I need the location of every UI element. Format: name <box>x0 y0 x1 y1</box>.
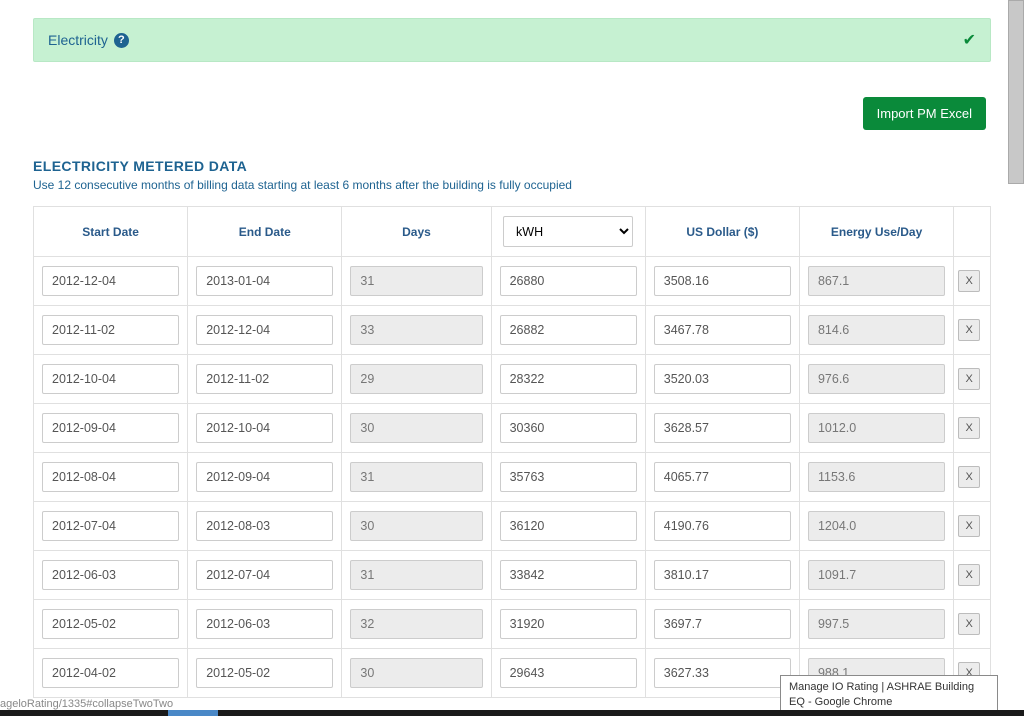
energy-day-input <box>808 560 945 590</box>
start-date-input[interactable] <box>42 511 179 541</box>
kwh-input[interactable] <box>500 658 637 688</box>
start-date-input[interactable] <box>42 462 179 492</box>
energy-day-input <box>808 413 945 443</box>
end-date-input[interactable] <box>196 364 333 394</box>
panel-title-text: Electricity <box>48 32 108 48</box>
days-input <box>350 560 482 590</box>
delete-row-button[interactable]: X <box>958 368 980 390</box>
delete-row-button[interactable]: X <box>958 417 980 439</box>
energy-unit-select[interactable]: kWH <box>503 216 633 247</box>
delete-row-button[interactable]: X <box>958 515 980 537</box>
days-input <box>350 609 482 639</box>
end-date-input[interactable] <box>196 315 333 345</box>
start-date-input[interactable] <box>42 315 179 345</box>
panel-header[interactable]: Electricity ? ✔ <box>33 18 991 62</box>
kwh-input[interactable] <box>500 462 637 492</box>
header-energy-unit: kWH <box>491 207 645 257</box>
table-row: X <box>34 453 991 502</box>
table-row: X <box>34 502 991 551</box>
header-days: Days <box>342 207 491 257</box>
header-end-date: End Date <box>188 207 342 257</box>
header-cost: US Dollar ($) <box>645 207 799 257</box>
help-icon[interactable]: ? <box>114 33 129 48</box>
header-start-date: Start Date <box>34 207 188 257</box>
taskbar <box>0 710 1024 716</box>
energy-day-input <box>808 266 945 296</box>
end-date-input[interactable] <box>196 462 333 492</box>
section-title: ELECTRICITY METERED DATA <box>33 158 991 174</box>
kwh-input[interactable] <box>500 315 637 345</box>
import-pm-excel-button[interactable]: Import PM Excel <box>863 97 986 130</box>
dollar-input[interactable] <box>654 364 791 394</box>
energy-day-input <box>808 511 945 541</box>
dollar-input[interactable] <box>654 658 791 688</box>
start-date-input[interactable] <box>42 364 179 394</box>
dollar-input[interactable] <box>654 560 791 590</box>
end-date-input[interactable] <box>196 413 333 443</box>
days-input <box>350 462 482 492</box>
energy-day-input <box>808 315 945 345</box>
dollar-input[interactable] <box>654 462 791 492</box>
kwh-input[interactable] <box>500 560 637 590</box>
days-input <box>350 266 482 296</box>
browser-tooltip: Manage IO Rating | ASHRAE Building EQ - … <box>780 675 998 714</box>
delete-row-button[interactable]: X <box>958 319 980 341</box>
header-delete <box>954 207 991 257</box>
end-date-input[interactable] <box>196 266 333 296</box>
days-input <box>350 413 482 443</box>
delete-row-button[interactable]: X <box>958 613 980 635</box>
end-date-input[interactable] <box>196 511 333 541</box>
kwh-input[interactable] <box>500 609 637 639</box>
dollar-input[interactable] <box>654 609 791 639</box>
energy-day-input <box>808 609 945 639</box>
days-input <box>350 364 482 394</box>
start-date-input[interactable] <box>42 560 179 590</box>
kwh-input[interactable] <box>500 266 637 296</box>
start-date-input[interactable] <box>42 266 179 296</box>
start-date-input[interactable] <box>42 658 179 688</box>
dollar-input[interactable] <box>654 315 791 345</box>
energy-day-input <box>808 462 945 492</box>
end-date-input[interactable] <box>196 560 333 590</box>
status-bar-text: ageloRating/1335#collapseTwoTwo <box>0 698 173 710</box>
days-input <box>350 315 482 345</box>
kwh-input[interactable] <box>500 511 637 541</box>
scrollbar-thumb[interactable] <box>1008 0 1024 184</box>
delete-row-button[interactable]: X <box>958 466 980 488</box>
table-row: X <box>34 600 991 649</box>
section-description: Use 12 consecutive months of billing dat… <box>33 178 991 192</box>
table-row: X <box>34 551 991 600</box>
metered-data-table: Start Date End Date Days kWH US Dollar (… <box>33 206 991 698</box>
table-row: X <box>34 257 991 306</box>
dollar-input[interactable] <box>654 511 791 541</box>
energy-day-input <box>808 364 945 394</box>
table-row: X <box>34 355 991 404</box>
dollar-input[interactable] <box>654 413 791 443</box>
start-date-input[interactable] <box>42 609 179 639</box>
start-date-input[interactable] <box>42 413 179 443</box>
days-input <box>350 658 482 688</box>
end-date-input[interactable] <box>196 658 333 688</box>
check-icon: ✔ <box>963 30 976 50</box>
table-row: X <box>34 306 991 355</box>
delete-row-button[interactable]: X <box>958 564 980 586</box>
kwh-input[interactable] <box>500 413 637 443</box>
delete-row-button[interactable]: X <box>958 270 980 292</box>
end-date-input[interactable] <box>196 609 333 639</box>
dollar-input[interactable] <box>654 266 791 296</box>
table-row: X <box>34 404 991 453</box>
kwh-input[interactable] <box>500 364 637 394</box>
header-energy-per-day: Energy Use/Day <box>799 207 953 257</box>
days-input <box>350 511 482 541</box>
